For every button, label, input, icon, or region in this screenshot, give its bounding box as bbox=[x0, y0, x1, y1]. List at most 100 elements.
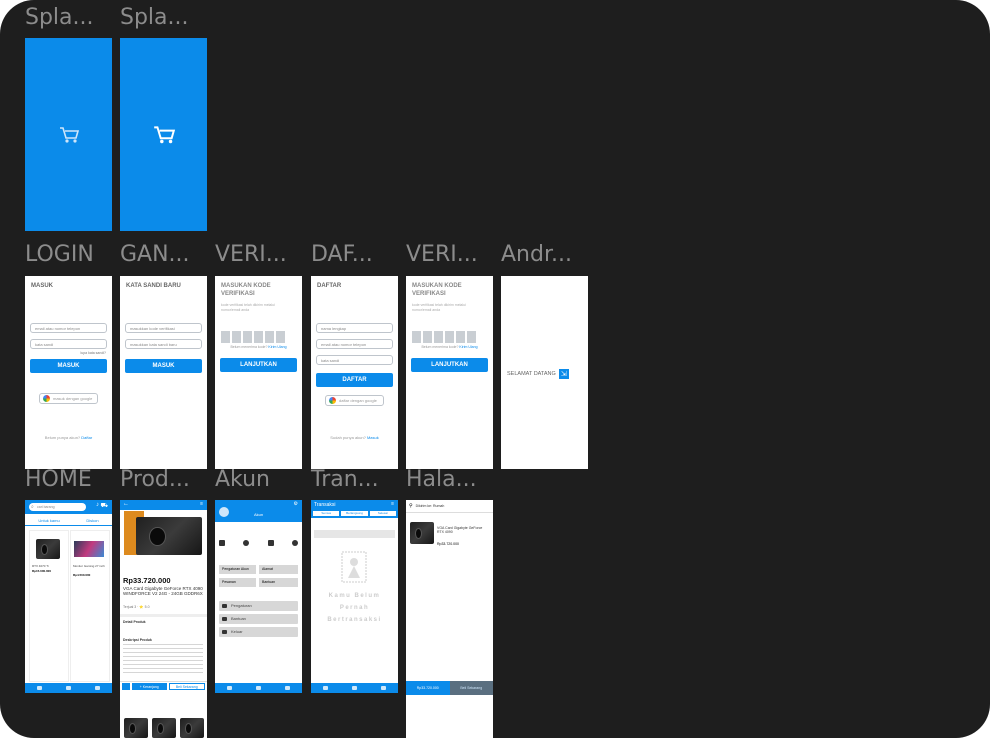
continue-button[interactable]: LANJUTKAN bbox=[411, 358, 488, 372]
frame-label-splash-1[interactable]: Spla... bbox=[25, 7, 94, 29]
filter-dropdown[interactable] bbox=[314, 530, 395, 538]
wallet-icon[interactable] bbox=[219, 540, 225, 546]
frame-product[interactable]: ← ≡ Rp33.720.000 VGA Card Gigabyte GeFor… bbox=[120, 500, 207, 738]
transaction-nav-icon[interactable] bbox=[256, 686, 261, 690]
frame-splash-1[interactable] bbox=[25, 38, 112, 231]
logout-row[interactable]: Keluar bbox=[219, 627, 298, 637]
google-login-button[interactable]: masuk dengan google bbox=[39, 393, 98, 404]
frame-ganti-sandi[interactable]: KATA SANDI BARU masukkan kode verifikasi… bbox=[120, 276, 207, 469]
frame-daftar[interactable]: DAFTAR nama lengkap email atau nomor tel… bbox=[311, 276, 398, 469]
points-icon[interactable] bbox=[267, 540, 274, 546]
frame-label-halaman[interactable]: Hala... bbox=[406, 469, 477, 491]
email-field[interactable]: email atau nomor telepon bbox=[30, 323, 107, 333]
buy-now-button[interactable]: Beli Sekarang bbox=[168, 683, 205, 690]
login-button[interactable]: MASUK bbox=[30, 359, 107, 373]
code-box[interactable] bbox=[467, 331, 476, 343]
frame-label-daftar[interactable]: DAF... bbox=[311, 244, 373, 266]
checkout-button[interactable]: Beli Sekarang bbox=[449, 681, 493, 695]
code-box[interactable] bbox=[445, 331, 454, 343]
transaction-nav-icon[interactable] bbox=[66, 686, 71, 690]
frame-login[interactable]: MASUK email atau nomor telepon kata sand… bbox=[25, 276, 112, 469]
frame-halaman-checkout[interactable]: ⚲ Dikirim ke: Rumah VGA Card Gigabyte Ge… bbox=[406, 500, 493, 738]
menu-item[interactable]: Bantuan bbox=[259, 578, 298, 587]
frame-label-product[interactable]: Prod... bbox=[120, 469, 190, 491]
add-to-cart-button[interactable]: + Keranjang bbox=[132, 683, 167, 690]
google-register-button[interactable]: daftar dengan google bbox=[325, 395, 384, 406]
password-field[interactable]: kata sandi bbox=[316, 355, 393, 365]
frame-akun[interactable]: Akun ⚙ Pengaturan Akun Alamat Pesanan Ba… bbox=[215, 500, 302, 693]
transaction-nav-icon[interactable] bbox=[352, 686, 357, 690]
code-box[interactable] bbox=[265, 331, 274, 343]
frame-label-android[interactable]: Andr... bbox=[501, 244, 572, 266]
frame-label-ganti[interactable]: GAN... bbox=[120, 244, 190, 266]
code-input-group[interactable] bbox=[221, 331, 285, 343]
frame-android-welcome[interactable]: SELAMAT DATANG ⇲ bbox=[501, 276, 588, 469]
continue-button[interactable]: LANJUTKAN bbox=[220, 358, 297, 372]
frame-transaksi[interactable]: Transaksi ≡ Semua Berlangsung Selesai Ka… bbox=[311, 500, 398, 693]
resend-link[interactable]: Kirim Ulang bbox=[268, 345, 286, 349]
menu-icon[interactable]: ≡ bbox=[200, 501, 203, 507]
code-box[interactable] bbox=[243, 331, 252, 343]
chip-selesai[interactable]: Selesai bbox=[369, 511, 396, 516]
login-link[interactable]: Masuk bbox=[367, 435, 379, 440]
code-box[interactable] bbox=[412, 331, 421, 343]
home-nav-icon[interactable] bbox=[37, 686, 42, 690]
frame-verifikasi-2[interactable]: MASUKAN KODE VERIFIKASI kode verifikasi … bbox=[406, 276, 493, 469]
frame-label-transaksi[interactable]: Tran... bbox=[311, 469, 379, 491]
code-input-group[interactable] bbox=[412, 331, 476, 343]
search-input[interactable]: cari barang bbox=[29, 503, 86, 511]
code-box[interactable] bbox=[254, 331, 263, 343]
code-box[interactable] bbox=[232, 331, 241, 343]
register-link[interactable]: Daftar bbox=[81, 435, 92, 440]
frame-label-akun[interactable]: Akun bbox=[215, 469, 270, 491]
frame-label-verif-2[interactable]: VERI... bbox=[406, 244, 478, 266]
code-box[interactable] bbox=[221, 331, 230, 343]
new-password-field[interactable]: masukkan kata sandi baru bbox=[125, 339, 202, 349]
code-box[interactable] bbox=[456, 331, 465, 343]
settings-icon[interactable]: ⚙ bbox=[294, 501, 298, 507]
menu-item[interactable]: Pengaturan Akun bbox=[219, 565, 256, 574]
back-icon[interactable]: ← bbox=[123, 501, 129, 507]
voucher-icon[interactable] bbox=[243, 540, 250, 546]
help-row[interactable]: Bantuan bbox=[219, 614, 298, 624]
account-nav-icon[interactable] bbox=[95, 686, 100, 690]
register-button[interactable]: DAFTAR bbox=[316, 373, 393, 387]
frame-home[interactable]: cari barang ⌕ ♪ ⛟ Untuk kamu Diskon RTX … bbox=[25, 500, 112, 693]
menu-item[interactable]: Pesanan bbox=[219, 578, 256, 587]
cart-icon[interactable]: ⛟ bbox=[100, 502, 108, 510]
frame-label-home[interactable]: HOME bbox=[25, 469, 92, 491]
code-box[interactable] bbox=[423, 331, 432, 343]
favorite-icon[interactable] bbox=[291, 540, 298, 546]
verification-code-field[interactable]: masukkan kode verifikasi bbox=[125, 323, 202, 333]
code-box[interactable] bbox=[276, 331, 285, 343]
settings-row[interactable]: Pengaturan bbox=[219, 601, 298, 611]
password-field[interactable]: kata sandi bbox=[30, 339, 107, 349]
code-box[interactable] bbox=[434, 331, 443, 343]
resend-link[interactable]: Kirim Ulang bbox=[459, 345, 477, 349]
frame-label-verif-1[interactable]: VERI... bbox=[215, 244, 287, 266]
chip-semua[interactable]: Semua bbox=[313, 511, 340, 516]
tab-diskon[interactable]: Diskon bbox=[86, 518, 98, 523]
tab-untuk-kamu[interactable]: Untuk kamu bbox=[38, 518, 59, 523]
full-name-field[interactable]: nama lengkap bbox=[316, 323, 393, 333]
chip-berlangsung[interactable]: Berlangsung bbox=[341, 511, 368, 516]
bell-icon[interactable]: ♪ bbox=[96, 502, 99, 508]
submit-button[interactable]: MASUK bbox=[125, 359, 202, 373]
product-card[interactable]: RTX 4070 Ti Rp15.000.000 bbox=[29, 530, 69, 682]
frame-splash-2[interactable] bbox=[120, 38, 207, 231]
frame-label-splash-2[interactable]: Spla... bbox=[120, 7, 189, 29]
chat-icon[interactable] bbox=[122, 683, 130, 690]
frame-label-login[interactable]: LOGIN bbox=[25, 244, 94, 266]
frame-verifikasi-1[interactable]: MASUKAN KODE VERIFIKASI kode verifikasi … bbox=[215, 276, 302, 469]
account-nav-icon[interactable] bbox=[381, 686, 386, 690]
email-field[interactable]: email atau nomor telepon bbox=[316, 339, 393, 349]
forgot-password-link[interactable]: lupa kata sandi? bbox=[81, 351, 107, 355]
google-icon bbox=[329, 397, 336, 404]
account-nav-icon[interactable] bbox=[285, 686, 290, 690]
home-nav-icon[interactable] bbox=[323, 686, 328, 690]
address-bar[interactable]: ⚲ Dikirim ke: Rumah bbox=[406, 500, 493, 513]
menu-item[interactable]: Alamat bbox=[259, 565, 298, 574]
product-card[interactable]: Monitor Gaming 27 inch Rp4.500.000 bbox=[70, 530, 110, 682]
home-nav-icon[interactable] bbox=[227, 686, 232, 690]
menu-icon[interactable]: ≡ bbox=[391, 501, 394, 507]
